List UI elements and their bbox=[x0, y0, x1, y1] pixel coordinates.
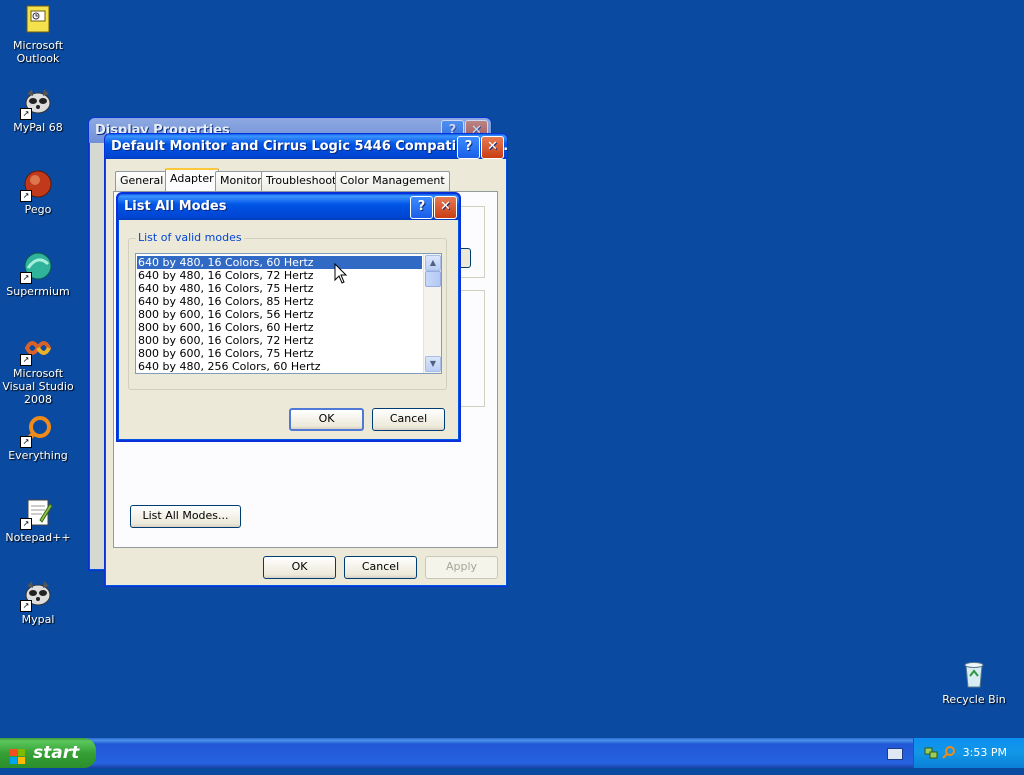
desktop-icon-label: MyPal 68 bbox=[13, 121, 63, 134]
desktop-icon-label: Pego bbox=[24, 203, 52, 216]
mode-list-item[interactable]: 640 by 480, 16 Colors, 85 Hertz bbox=[137, 295, 422, 308]
group-label: List of valid modes bbox=[136, 231, 244, 244]
list-all-modes-button[interactable]: List All Modes... bbox=[130, 505, 241, 528]
chevron-up-icon: ▲ bbox=[429, 258, 437, 267]
shortcut-arrow-icon: ↗ bbox=[20, 518, 32, 530]
dialog-title: List All Modes bbox=[124, 199, 227, 214]
mouse-cursor-icon bbox=[334, 262, 348, 285]
scroll-up-button[interactable]: ▲ bbox=[425, 255, 441, 271]
help-button[interactable]: ? bbox=[457, 136, 480, 159]
mode-list-item[interactable]: 640 by 480, 16 Colors, 75 Hertz bbox=[137, 282, 422, 295]
desktop-icon-label: Everything bbox=[8, 449, 68, 462]
taskbar: start 3:53 PM bbox=[0, 738, 1024, 768]
desktop-icon-outlook[interactable]: Microsoft Outlook bbox=[0, 4, 76, 65]
scroll-down-button[interactable]: ▼ bbox=[425, 356, 441, 372]
monitor-properties-titlebar[interactable]: Default Monitor and Cirrus Logic 5446 Co… bbox=[105, 134, 507, 159]
desktop-icon-everything[interactable]: ↗ Everything bbox=[0, 414, 76, 462]
mode-list-item[interactable]: 640 by 480, 256 Colors, 60 Hertz bbox=[137, 360, 422, 373]
shortcut-arrow-icon: ↗ bbox=[20, 436, 32, 448]
apply-button[interactable]: Apply bbox=[425, 556, 498, 579]
close-button[interactable]: ✕ bbox=[434, 196, 457, 219]
mode-list-item[interactable]: 640 by 480, 16 Colors, 72 Hertz bbox=[137, 269, 422, 282]
clock[interactable]: 3:53 PM bbox=[963, 738, 1007, 768]
pego-icon: ↗ bbox=[20, 168, 54, 202]
desktop-icon-mypal68[interactable]: ↗ MyPal 68 bbox=[0, 86, 76, 134]
vertical-scrollbar[interactable]: ▲ ▼ bbox=[423, 254, 441, 373]
desktop-icon-label: Notepad++ bbox=[5, 531, 71, 544]
chevron-down-icon: ▼ bbox=[429, 359, 437, 368]
tab-monitor[interactable]: Monitor bbox=[215, 171, 267, 191]
list-all-modes-titlebar[interactable]: List All Modes ? ✕ bbox=[118, 194, 459, 220]
outlook-icon bbox=[22, 4, 54, 36]
desktop-icon-label: Mypal bbox=[21, 613, 55, 626]
visual-studio-icon: ↗ bbox=[20, 332, 54, 366]
desktop-icon-notepadpp[interactable]: ↗ Notepad++ bbox=[0, 496, 76, 544]
windows-logo-icon bbox=[10, 745, 26, 764]
ok-button[interactable]: OK bbox=[289, 408, 364, 431]
mode-list-item[interactable]: 800 by 600, 16 Colors, 75 Hertz bbox=[137, 347, 422, 360]
desktop-icon-label: Supermium bbox=[6, 285, 70, 298]
mode-list-item[interactable]: 800 by 600, 16 Colors, 60 Hertz bbox=[137, 321, 422, 334]
raccoon-icon: ↗ bbox=[20, 86, 54, 120]
supermium-icon: ↗ bbox=[20, 250, 54, 284]
tab-adapter[interactable]: Adapter bbox=[165, 168, 219, 193]
close-button[interactable]: ✕ bbox=[481, 136, 504, 159]
desktop-icon-label: Microsoft Outlook bbox=[12, 39, 64, 65]
shortcut-arrow-icon: ↗ bbox=[20, 600, 32, 612]
shortcut-arrow-icon: ↗ bbox=[20, 272, 32, 284]
mode-list-item[interactable]: 800 by 600, 16 Colors, 72 Hertz bbox=[137, 334, 422, 347]
scroll-thumb[interactable] bbox=[425, 271, 441, 287]
cancel-button[interactable]: Cancel bbox=[372, 408, 445, 431]
shortcut-arrow-icon: ↗ bbox=[20, 354, 32, 366]
modes-listbox[interactable]: 640 by 480, 16 Colors, 60 Hertz 640 by 48… bbox=[135, 253, 442, 374]
notepadpp-icon: ↗ bbox=[20, 496, 54, 530]
keyboard-icon[interactable] bbox=[887, 748, 903, 760]
shortcut-arrow-icon: ↗ bbox=[20, 108, 32, 120]
network-icon[interactable] bbox=[924, 745, 938, 759]
raccoon-icon: ↗ bbox=[20, 578, 54, 612]
desktop-icon-supermium[interactable]: ↗ Supermium bbox=[0, 250, 76, 298]
tab-troubleshoot[interactable]: Troubleshoot bbox=[261, 171, 342, 191]
cancel-button[interactable]: Cancel bbox=[344, 556, 417, 579]
desktop-icon-visual-studio[interactable]: ↗ Microsoft Visual Studio 2008 bbox=[0, 332, 76, 406]
system-tray: 3:53 PM bbox=[913, 738, 1024, 768]
desktop-icon-pego[interactable]: ↗ Pego bbox=[0, 168, 76, 216]
mode-list-item[interactable]: 800 by 600, 16 Colors, 56 Hertz bbox=[137, 308, 422, 321]
search-icon[interactable] bbox=[942, 745, 956, 759]
modes-list: 640 by 480, 16 Colors, 60 Hertz 640 by 48… bbox=[137, 256, 422, 373]
everything-icon: ↗ bbox=[20, 414, 54, 448]
ok-button[interactable]: OK bbox=[263, 556, 336, 579]
tab-strip: General Adapter Monitor Troubleshoot Col… bbox=[115, 168, 495, 193]
shortcut-arrow-icon: ↗ bbox=[20, 190, 32, 202]
desktop-icon-mypal[interactable]: ↗ Mypal bbox=[0, 578, 76, 626]
desktop-icon-recycle-bin[interactable]: Recycle Bin bbox=[936, 658, 1012, 706]
desktop-icon-label: Microsoft Visual Studio 2008 bbox=[2, 367, 74, 406]
desktop-icon-label: Recycle Bin bbox=[942, 693, 1006, 706]
list-all-modes-dialog[interactable]: List All Modes ? ✕ List of valid modes 6… bbox=[116, 192, 461, 442]
mode-list-item[interactable]: 640 by 480, 16 Colors, 60 Hertz bbox=[137, 256, 422, 269]
tab-color-management[interactable]: Color Management bbox=[335, 171, 450, 191]
window-title: Default Monitor and Cirrus Logic 5446 Co… bbox=[111, 139, 507, 154]
tab-general[interactable]: General bbox=[115, 171, 169, 191]
help-button[interactable]: ? bbox=[410, 196, 433, 219]
recycle-bin-icon bbox=[958, 658, 990, 690]
start-button[interactable]: start bbox=[0, 738, 96, 768]
start-label: start bbox=[33, 743, 80, 763]
